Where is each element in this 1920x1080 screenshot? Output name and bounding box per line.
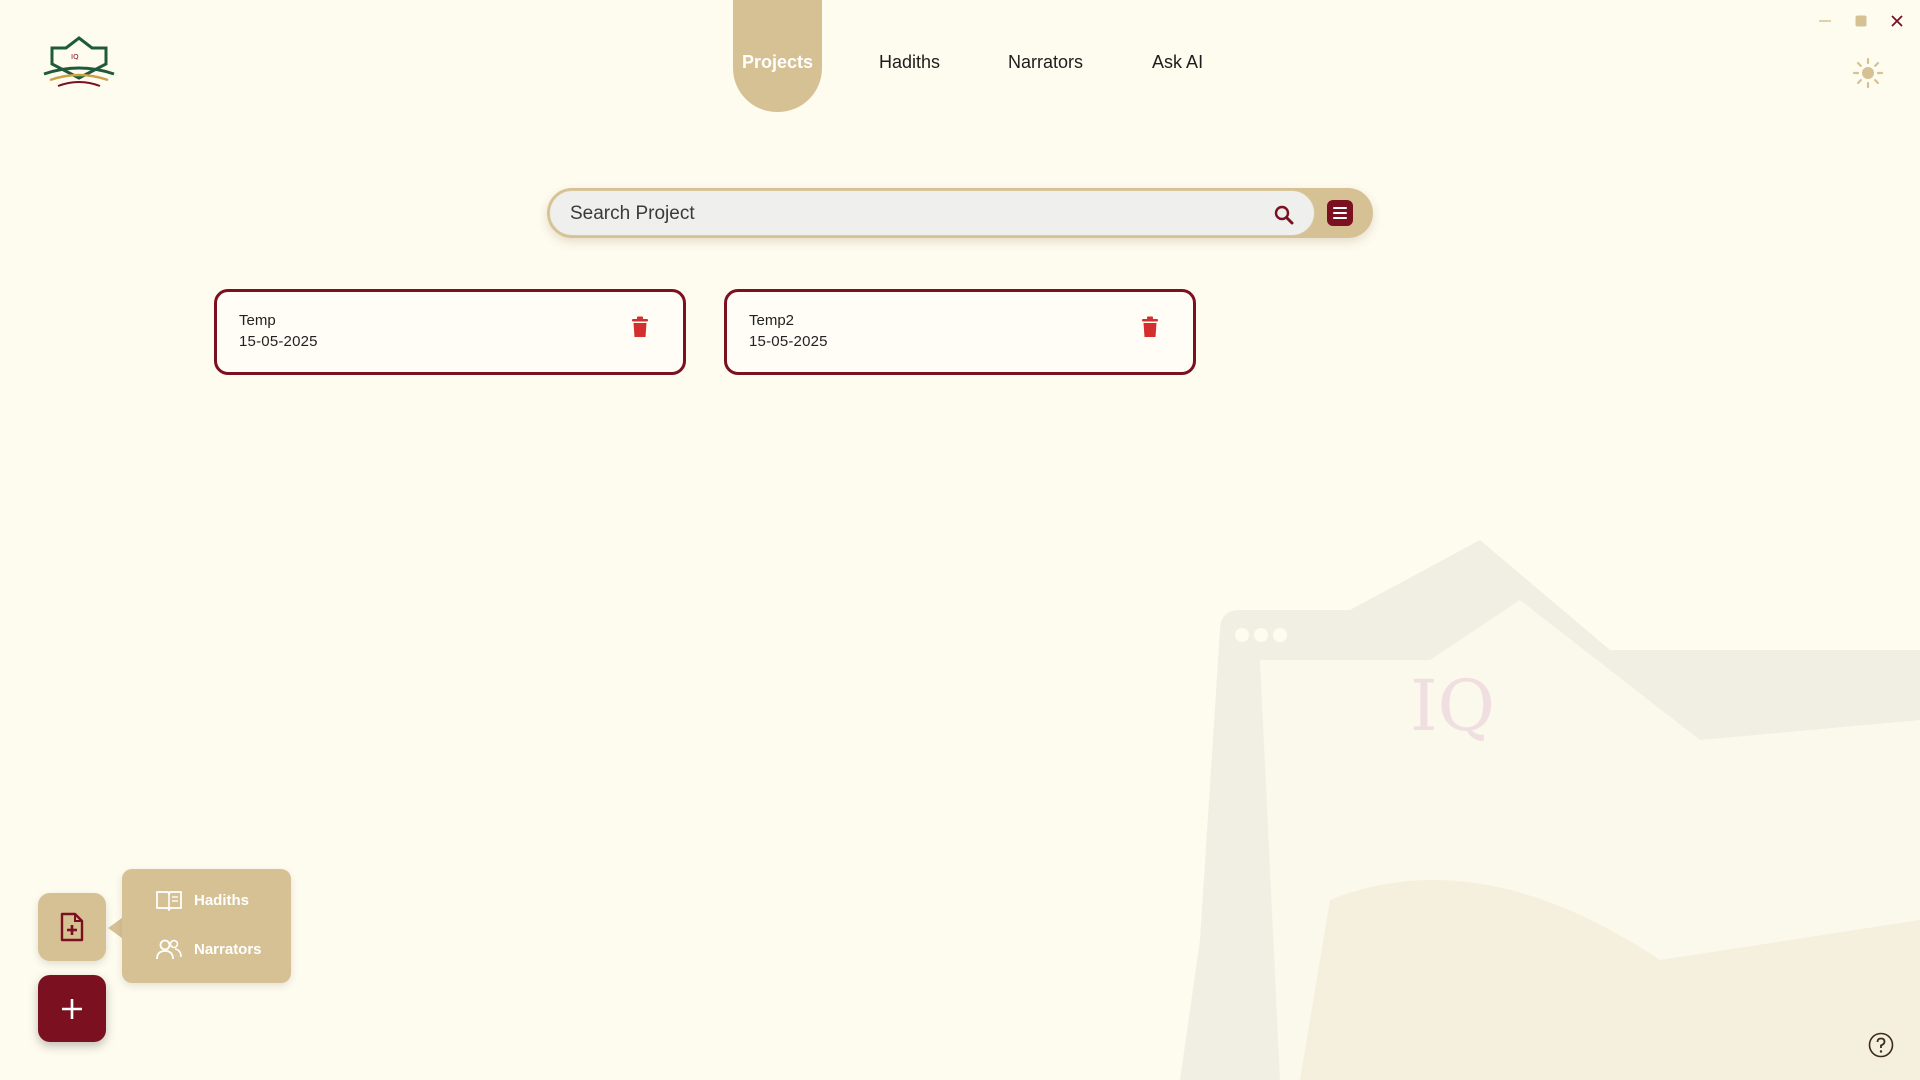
popup-item-label: Narrators (194, 940, 262, 958)
close-icon[interactable] (1888, 12, 1906, 30)
popup-item-label: Hadiths (194, 891, 250, 909)
project-card[interactable]: Temp 15-05-2025 (214, 289, 686, 375)
svg-text:IQ: IQ (71, 53, 79, 61)
users-icon (156, 939, 182, 960)
main-nav: Projects Hadiths Narrators Ask AI (733, 0, 1203, 112)
maximize-icon[interactable] (1852, 12, 1870, 30)
svg-text:IQ: IQ (1410, 665, 1495, 747)
popup-pointer (108, 918, 122, 938)
add-button[interactable] (38, 975, 106, 1042)
book-icon (156, 891, 182, 911)
watermark-logo: IQ (1180, 540, 1920, 1080)
project-date: 15-05-2025 (239, 333, 318, 350)
nav-hadiths[interactable]: Hadiths (879, 0, 940, 112)
search-icon[interactable] (1272, 203, 1296, 227)
search-input[interactable] (570, 191, 1250, 237)
sun-icon[interactable] (1852, 57, 1884, 89)
nav-projects[interactable]: Projects (733, 0, 822, 112)
project-date: 15-05-2025 (749, 333, 828, 350)
search-field (549, 190, 1315, 237)
app-window: IQ IQ Projects Hadiths Narrators Ask AI (0, 0, 1920, 1080)
window-controls (1816, 12, 1906, 30)
project-name: Temp2 (749, 312, 795, 329)
document-plus-icon (60, 912, 84, 942)
nav-ask-ai[interactable]: Ask AI (1152, 0, 1203, 112)
new-document-button[interactable] (38, 893, 106, 961)
plus-icon (62, 998, 82, 1019)
new-item-popup: Hadiths Narrators (122, 869, 291, 983)
popup-item-hadiths[interactable]: Hadiths (156, 889, 249, 911)
trash-icon[interactable] (631, 316, 649, 338)
app-logo: IQ (43, 36, 115, 87)
question-circle-icon[interactable] (1868, 1032, 1894, 1058)
list-filter-icon[interactable] (1327, 200, 1353, 226)
nav-narrators[interactable]: Narrators (1008, 0, 1083, 112)
search-bar (547, 188, 1373, 238)
minimize-icon[interactable] (1816, 12, 1834, 30)
popup-item-narrators[interactable]: Narrators (156, 938, 262, 960)
project-card[interactable]: Temp2 15-05-2025 (724, 289, 1196, 375)
trash-icon[interactable] (1141, 316, 1159, 338)
project-name: Temp (239, 312, 276, 329)
